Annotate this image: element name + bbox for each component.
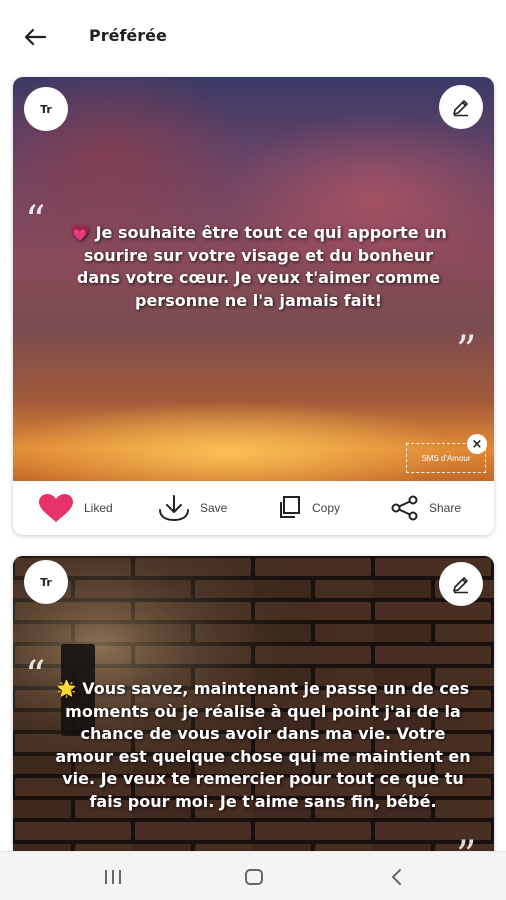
text-style-label: Tr: [40, 102, 52, 116]
text-style-label: Tr: [40, 575, 52, 589]
edit-button[interactable]: [439, 562, 483, 606]
copy-label: Copy: [312, 501, 341, 515]
card-actions: Liked Save Copy Share: [13, 481, 494, 535]
quote-text: 🌟 Vous savez, maintenant je passe un de …: [53, 678, 473, 813]
watermark-close-button[interactable]: ×: [467, 434, 487, 454]
star-emoji-icon: 🌟: [56, 679, 77, 698]
download-icon: [159, 495, 189, 521]
share-icon: [391, 495, 418, 521]
app-bar: Préférée: [0, 0, 506, 70]
quote-text: 💗 Je souhaite être tout ce qui apporte u…: [61, 222, 456, 312]
like-button[interactable]: Liked: [38, 481, 113, 535]
text-style-button[interactable]: Tr: [24, 560, 68, 604]
like-label: Liked: [84, 501, 113, 515]
back-button[interactable]: [18, 20, 52, 54]
pencil-icon: [453, 100, 468, 117]
arrow-left-icon: [24, 28, 46, 46]
home-icon: [245, 869, 263, 885]
copy-button[interactable]: Copy: [276, 481, 340, 535]
home-button[interactable]: [234, 864, 274, 890]
share-label: Share: [429, 501, 462, 515]
open-quote-icon: “: [25, 198, 46, 244]
page-title: Préférée: [89, 26, 167, 45]
recents-icon: [105, 870, 121, 884]
heart-emoji-icon: 💗: [70, 223, 90, 242]
pencil-icon: [453, 577, 468, 594]
quote-body: Je souhaite être tout ce qui apporte un …: [76, 223, 447, 310]
system-navigation-bar: [0, 851, 506, 900]
copy-icon: [280, 496, 300, 518]
share-button[interactable]: Share: [391, 481, 461, 535]
system-back-button[interactable]: [376, 864, 416, 890]
edit-button[interactable]: [439, 85, 483, 129]
text-style-button[interactable]: Tr: [24, 87, 68, 131]
close-quote-icon: ”: [456, 328, 477, 374]
open-quote-icon: “: [25, 653, 46, 699]
back-chevron-icon: [391, 869, 401, 885]
save-button[interactable]: Save: [158, 481, 227, 535]
heart-icon: [39, 494, 73, 522]
save-label: Save: [200, 501, 228, 515]
watermark-label: SMS d'Amour: [421, 453, 471, 463]
recents-button[interactable]: [93, 864, 133, 890]
quote-card: Tr “ ” 🌟 Vous savez, maintenant je passe…: [13, 556, 494, 876]
quote-card: Tr “ ” 💗 Je souhaite être tout ce qui ap…: [13, 77, 494, 535]
quote-body: Vous savez, maintenant je passe un de ce…: [55, 679, 471, 811]
